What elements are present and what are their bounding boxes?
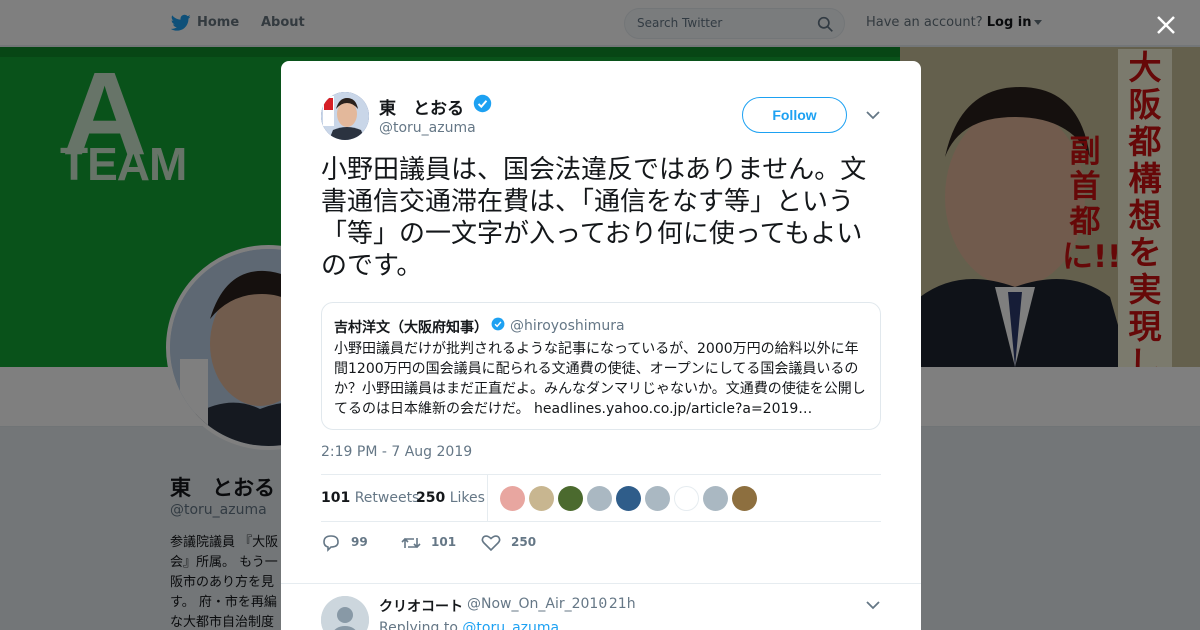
liker-avatar[interactable] xyxy=(558,486,583,511)
replying-to-link[interactable]: @toru_azuma xyxy=(462,620,559,630)
tweet-modal: 東 とおる @toru_azuma Follow 小野田議員は、国会法違反ではあ… xyxy=(281,61,921,630)
author-avatar-image xyxy=(321,92,369,140)
likes-stat[interactable]: 250 Likes xyxy=(416,490,485,506)
retweets-count: 101 xyxy=(321,490,351,506)
close-icon[interactable] xyxy=(1154,13,1178,37)
reply-author-handle[interactable]: @Now_On_Air_2010 xyxy=(467,596,607,612)
author-handle[interactable]: @toru_azuma xyxy=(379,120,476,136)
tweet-actions: 99 101 250 xyxy=(321,531,881,555)
like-count: 250 xyxy=(511,535,537,549)
verified-badge-icon xyxy=(491,317,505,331)
liker-avatar[interactable] xyxy=(703,486,728,511)
quoted-author-name: 吉村洋文（大阪府知事） xyxy=(334,320,488,336)
reply-author-avatar[interactable] xyxy=(321,596,369,630)
reply-author-name[interactable]: クリオコート xyxy=(379,596,463,616)
author-avatar[interactable] xyxy=(321,92,369,140)
liker-avatar[interactable] xyxy=(587,486,612,511)
reply-icon xyxy=(323,535,339,552)
quoted-tweet-card[interactable]: 吉村洋文（大阪府知事） @hiroyoshimura 小野田議員だけが批判される… xyxy=(321,302,881,430)
heart-icon xyxy=(481,535,501,552)
retweet-icon xyxy=(401,537,421,549)
retweet-count: 101 xyxy=(431,535,457,549)
default-avatar-icon xyxy=(321,596,369,630)
liker-avatar[interactable] xyxy=(529,486,554,511)
quoted-author-handle: @hiroyoshimura xyxy=(510,318,625,334)
follow-button[interactable]: Follow xyxy=(742,97,847,133)
tweet-timestamp[interactable]: 2:19 PM - 7 Aug 2019 xyxy=(321,444,472,460)
author-name[interactable]: 東 とおる xyxy=(379,94,464,119)
verified-badge-icon xyxy=(473,94,492,113)
retweets-label: Retweets xyxy=(354,490,420,506)
tweet-text: 小野田議員は、国会法違反ではありません。文書通信交通滞在費は、「通信をなす等」と… xyxy=(321,155,867,281)
likes-label: Likes xyxy=(449,490,485,506)
liker-avatar[interactable] xyxy=(732,486,757,511)
replying-to-prefix: Replying to xyxy=(379,620,458,630)
replying-to: Replying to @toru_azuma xyxy=(379,620,559,630)
reply-count: 99 xyxy=(351,535,368,549)
stats-divider xyxy=(487,475,488,522)
chevron-down-icon[interactable] xyxy=(865,599,881,611)
liker-avatar[interactable] xyxy=(645,486,670,511)
reply-time[interactable]: · 21h xyxy=(600,596,636,612)
chevron-down-icon[interactable] xyxy=(865,109,881,121)
tweet-stats: 101 Retweets 250 Likes xyxy=(321,474,881,522)
liker-avatar[interactable] xyxy=(616,486,641,511)
quoted-tweet-text: 小野田議員だけが批判されるような記事になっているが、2000万円の給料以外に年間… xyxy=(334,341,866,417)
liker-avatar[interactable] xyxy=(674,486,699,511)
retweets-stat[interactable]: 101 Retweets xyxy=(321,490,419,506)
liker-avatar[interactable] xyxy=(500,486,525,511)
reply-tweet[interactable]: クリオコート @Now_On_Air_2010 · 21h Replying t… xyxy=(281,583,921,630)
likes-count: 250 xyxy=(416,490,446,506)
